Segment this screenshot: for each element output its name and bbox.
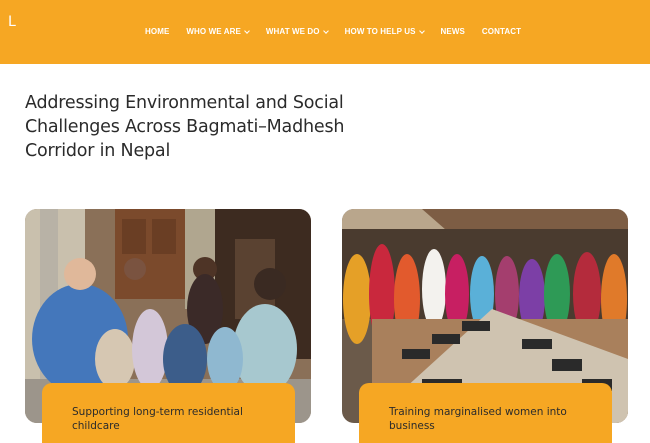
nav-what-we-do[interactable]: WHAT WE DO [265,27,329,36]
nav-who-we-are[interactable]: WHO WE ARE [186,27,250,36]
nav-news-label: NEWS [440,27,465,36]
chevron-down-icon [418,27,425,34]
site-header: L HOME WHO WE ARE WHAT WE DO HOW TO HELP… [0,0,650,64]
main-nav: HOME WHO WE ARE WHAT WE DO HOW TO HELP U… [145,27,538,36]
nav-who-we-are-label: WHO WE ARE [186,27,241,36]
nav-home[interactable]: HOME [145,27,169,36]
caption-women-business[interactable]: Training marginalised women into busines… [359,383,612,443]
chevron-down-icon [244,27,250,34]
chevron-down-icon [322,27,329,34]
nav-what-we-do-label: WHAT WE DO [265,27,320,36]
nav-contact-label: CONTACT [481,27,522,36]
nav-how-to-help-us-label: HOW TO HELP US [344,27,416,36]
caption-women-business-text: Training marginalised women into busines… [389,406,567,432]
page-title: Addressing Environmental and Social Chal… [25,93,345,161]
site-logo[interactable]: L [8,14,16,30]
nav-contact[interactable]: CONTACT [482,27,521,36]
nav-news[interactable]: NEWS [441,27,465,36]
nav-home-label: HOME [145,27,170,36]
nav-how-to-help-us[interactable]: HOW TO HELP US [344,27,425,36]
caption-childcare[interactable]: Supporting long-term residential childca… [42,383,295,443]
caption-childcare-text: Supporting long-term residential childca… [72,406,243,432]
